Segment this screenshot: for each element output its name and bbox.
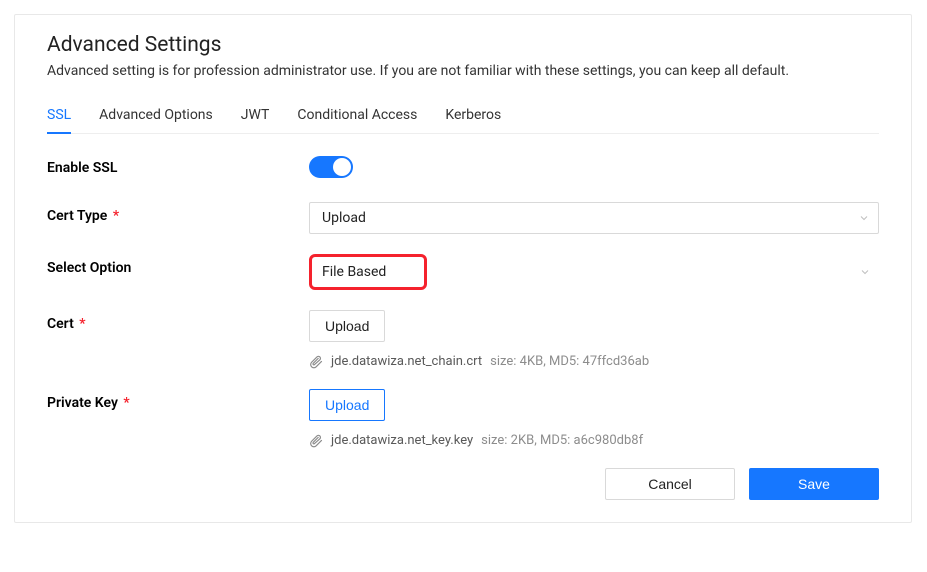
cert-file-name: jde.datawiza.net_chain.crt	[331, 354, 482, 369]
label-private-key: Private Key *	[47, 389, 309, 411]
label-private-key-text: Private Key	[47, 395, 118, 411]
footer: Cancel Save	[47, 468, 879, 500]
cert-attachment: jde.datawiza.net_chain.crt size: 4KB, MD…	[309, 354, 879, 369]
private-key-file-name: jde.datawiza.net_key.key	[331, 433, 473, 448]
row-select-option: Select Option File Based	[47, 254, 879, 290]
cancel-button[interactable]: Cancel	[605, 468, 735, 500]
save-button[interactable]: Save	[749, 468, 879, 500]
paperclip-icon	[309, 434, 323, 448]
label-cert-text: Cert	[47, 316, 74, 332]
tabs: SSL Advanced Options JWT Conditional Acc…	[47, 101, 879, 134]
chevron-down-icon	[858, 212, 870, 224]
label-enable-ssl: Enable SSL	[47, 154, 309, 176]
select-option[interactable]: File Based	[309, 254, 427, 290]
cert-file-meta: size: 4KB, MD5: 47ffcd36ab	[490, 354, 649, 369]
label-select-option: Select Option	[47, 254, 309, 276]
label-cert-type: Cert Type *	[47, 202, 309, 224]
private-key-file-meta: size: 2KB, MD5: a6c980db8f	[481, 433, 643, 448]
required-mark: *	[123, 395, 129, 411]
upload-private-key-button[interactable]: Upload	[309, 389, 385, 421]
advanced-settings-panel: Advanced Settings Advanced setting is fo…	[14, 14, 912, 523]
toggle-knob	[333, 158, 351, 176]
page-title: Advanced Settings	[47, 33, 879, 57]
row-private-key: Private Key * Upload jde.datawiza.net_ke…	[47, 389, 879, 448]
required-mark: *	[113, 208, 119, 224]
select-option-value: File Based	[322, 264, 386, 280]
row-cert: Cert * Upload jde.datawiza.net_chain.crt…	[47, 310, 879, 369]
chevron-down-icon	[859, 266, 871, 278]
required-mark: *	[79, 316, 85, 332]
tab-jwt[interactable]: JWT	[241, 101, 270, 133]
tab-kerberos[interactable]: Kerberos	[445, 101, 501, 133]
page-subtitle: Advanced setting is for profession admin…	[47, 63, 879, 79]
paperclip-icon	[309, 355, 323, 369]
label-cert: Cert *	[47, 310, 309, 332]
select-cert-type-value: Upload	[322, 210, 366, 226]
private-key-attachment: jde.datawiza.net_key.key size: 2KB, MD5:…	[309, 433, 879, 448]
tab-advanced-options[interactable]: Advanced Options	[99, 101, 213, 133]
select-cert-type[interactable]: Upload	[309, 202, 879, 234]
row-cert-type: Cert Type * Upload	[47, 202, 879, 234]
upload-cert-button[interactable]: Upload	[309, 310, 385, 342]
tab-ssl[interactable]: SSL	[47, 101, 71, 133]
toggle-enable-ssl[interactable]	[309, 156, 353, 178]
tab-conditional-access[interactable]: Conditional Access	[297, 101, 417, 133]
label-cert-type-text: Cert Type	[47, 208, 107, 224]
row-enable-ssl: Enable SSL	[47, 154, 879, 182]
